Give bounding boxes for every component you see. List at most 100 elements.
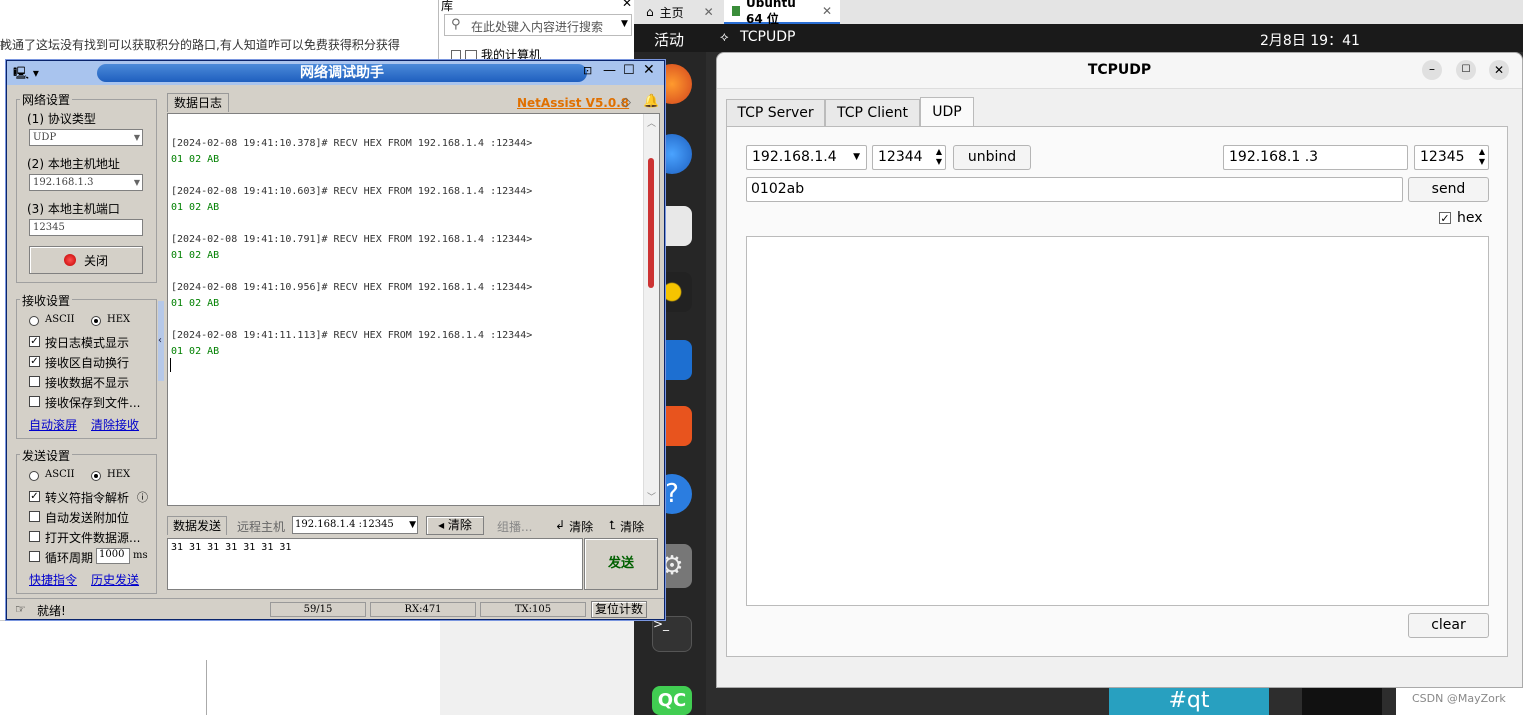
- brand-link[interactable]: NetAssist V5.0.8: [517, 96, 629, 110]
- local-port-value: 12344: [878, 149, 923, 165]
- recv-wrap-checkbox[interactable]: ✓: [29, 356, 40, 367]
- clear-send-button[interactable]: ↲ 清除: [555, 518, 593, 535]
- chevron-down-icon: ▼: [853, 152, 860, 162]
- tab-ubuntu[interactable]: Ubuntu 64 位 ✕: [724, 0, 840, 26]
- background-doc-text2: P: [0, 40, 7, 53]
- tab-home[interactable]: ⌂ 主页 ✕: [638, 0, 722, 24]
- library-search-box[interactable]: ⚲ 在此处键入内容进行搜索 ▼: [444, 14, 632, 36]
- local-port-spinbox[interactable]: 12344 ▲ ▼: [872, 145, 946, 170]
- background-doc-text: 找通了这坛没有找到可以获取积分的路口,有人知道咋可以免费获得积分获得: [0, 38, 400, 52]
- log-area[interactable]: [2024-02-08 19:41:10.378]# RECV HEX FROM…: [167, 113, 660, 506]
- local-port-label: (3) 本地主机端口: [27, 202, 120, 216]
- chevron-down-icon[interactable]: ▼: [621, 19, 628, 29]
- close-connection-button[interactable]: 关闭: [29, 246, 143, 274]
- tab-tcp-client[interactable]: TCP Client: [825, 99, 920, 126]
- search-icon: ⚲: [451, 17, 461, 32]
- tcpudp-window: TCPUDP – ☐ ✕ TCP Server TCP Client UDP 1…: [716, 52, 1523, 688]
- local-ip-select[interactable]: 192.168.1.4 ▼: [746, 145, 867, 170]
- loop-period-unit: ms: [133, 550, 148, 561]
- protocol-value: UDP: [33, 132, 57, 143]
- scroll-up-icon[interactable]: ︿: [647, 116, 656, 129]
- send-hex-radio[interactable]: [91, 471, 101, 481]
- close-connection-label: 关闭: [83, 253, 108, 268]
- clear-recv-link[interactable]: 清除接收: [91, 416, 139, 433]
- send-loop-checkbox[interactable]: [29, 551, 40, 562]
- desktop-thumbnail: #qt: [1109, 688, 1269, 715]
- send-textarea[interactable]: 31 31 31 31 31 31 31: [167, 538, 583, 590]
- info-icon[interactable]: ⓘ: [137, 489, 148, 505]
- status-rx: RX:471: [370, 602, 476, 617]
- scroll-thumb[interactable]: [648, 158, 654, 288]
- send-button[interactable]: 发送: [584, 538, 658, 590]
- clock[interactable]: 2月8日 19：41: [1260, 30, 1360, 50]
- scroll-down-icon[interactable]: ﹀: [647, 490, 656, 503]
- send-hex-label: HEX: [107, 469, 131, 480]
- send-input[interactable]: 0102ab: [746, 177, 1403, 202]
- close-icon[interactable]: ✕: [704, 5, 714, 19]
- local-port-input[interactable]: 12345: [29, 219, 143, 236]
- pin-icon[interactable]: ⊡: [583, 64, 592, 77]
- recv-save-checkbox[interactable]: [29, 396, 40, 407]
- terminal-icon[interactable]: >_: [652, 616, 692, 652]
- recv-ascii-radio[interactable]: [29, 316, 39, 326]
- minimize-icon[interactable]: —: [603, 63, 616, 78]
- auto-scroll-link[interactable]: 自动滚屏: [29, 416, 77, 433]
- close-icon[interactable]: ✕: [643, 62, 655, 78]
- send-escape-checkbox[interactable]: ✓: [29, 491, 40, 502]
- library-close-icon[interactable]: ✕: [622, 0, 632, 10]
- close-icon[interactable]: ✕: [822, 4, 832, 18]
- send-append-checkbox[interactable]: [29, 511, 40, 522]
- remote-ip-input[interactable]: 192.168.1 .3: [1223, 145, 1408, 170]
- hex-checkbox[interactable]: ✓: [1439, 212, 1451, 224]
- send-ascii-radio[interactable]: [29, 471, 39, 481]
- close-icon[interactable]: ✕: [1489, 60, 1509, 80]
- vm-icon: [732, 6, 741, 16]
- clear-remote-button[interactable]: ◂ 清除: [426, 516, 484, 535]
- clear-send-label: 清除: [569, 520, 594, 534]
- bell-icon[interactable]: 🔔: [643, 94, 659, 109]
- panel-collapse-handle[interactable]: ‹: [158, 301, 164, 381]
- unbind-button[interactable]: unbind: [953, 145, 1031, 170]
- maximize-icon[interactable]: ☐: [623, 63, 635, 78]
- tab-tcp-server[interactable]: TCP Server: [726, 99, 825, 126]
- spinner-icon[interactable]: ▲ ▼: [936, 147, 942, 167]
- tab-data-send[interactable]: 数据发送: [167, 516, 227, 535]
- quick-command-link[interactable]: 快捷指令: [29, 571, 77, 588]
- loop-period-input[interactable]: 1000: [96, 548, 130, 564]
- background-divider: [206, 660, 207, 715]
- recv-hex-radio[interactable]: [91, 316, 101, 326]
- recv-log-mode-checkbox[interactable]: ✓: [29, 336, 40, 347]
- log-scrollbar[interactable]: ︿ ﹀: [643, 114, 659, 505]
- tab-udp[interactable]: UDP: [920, 97, 974, 127]
- clear-all-button[interactable]: ⮤ 清除: [609, 518, 644, 535]
- netassist-titlebar[interactable]: 🖳 ▾ 网络调试助手 ⊡ — ☐ ✕: [7, 61, 664, 85]
- desktop-thumbnail: [1302, 688, 1382, 715]
- maximize-icon[interactable]: ☐: [1456, 60, 1476, 80]
- qtcreator-icon[interactable]: QC: [652, 686, 692, 715]
- tab-data-log[interactable]: 数据日志: [167, 93, 229, 112]
- app-menu-label[interactable]: TCPUDP: [740, 29, 795, 45]
- send-button[interactable]: send: [1408, 177, 1489, 202]
- receive-area[interactable]: [746, 236, 1489, 606]
- send-file-checkbox[interactable]: [29, 531, 40, 542]
- app-menu-icon: ⟡: [720, 30, 729, 45]
- reset-count-button[interactable]: 复位计数: [591, 601, 647, 618]
- watermark: CSDN @MayZork: [1412, 692, 1506, 705]
- activities-button[interactable]: 活动: [654, 29, 684, 50]
- history-send-link[interactable]: 历史发送: [91, 571, 139, 588]
- remote-port-spinbox[interactable]: 12345 ▲ ▼: [1414, 145, 1489, 170]
- remote-host-select[interactable]: 192.168.1.4 :12345 ▼: [292, 516, 418, 534]
- local-ip-value: 192.168.1.4: [752, 149, 837, 165]
- protocol-select[interactable]: UDP ▼: [29, 129, 143, 146]
- status-count: 59/15: [270, 602, 366, 617]
- local-addr-select[interactable]: 192.168.1.3 ▼: [29, 174, 143, 191]
- clear-button[interactable]: clear: [1408, 613, 1489, 638]
- recv-hide-checkbox[interactable]: [29, 376, 40, 387]
- remote-host-value: 192.168.1.4 :12345: [295, 519, 394, 530]
- multicast-label[interactable]: 组播...: [497, 518, 532, 535]
- diamond-icon[interactable]: ◇: [621, 95, 631, 110]
- system-menu-icon[interactable]: 🖳 ▾: [13, 64, 39, 85]
- tcpudp-titlebar[interactable]: TCPUDP – ☐ ✕: [717, 53, 1522, 89]
- spinner-icon[interactable]: ▲ ▼: [1479, 147, 1485, 167]
- minimize-icon[interactable]: –: [1422, 60, 1442, 80]
